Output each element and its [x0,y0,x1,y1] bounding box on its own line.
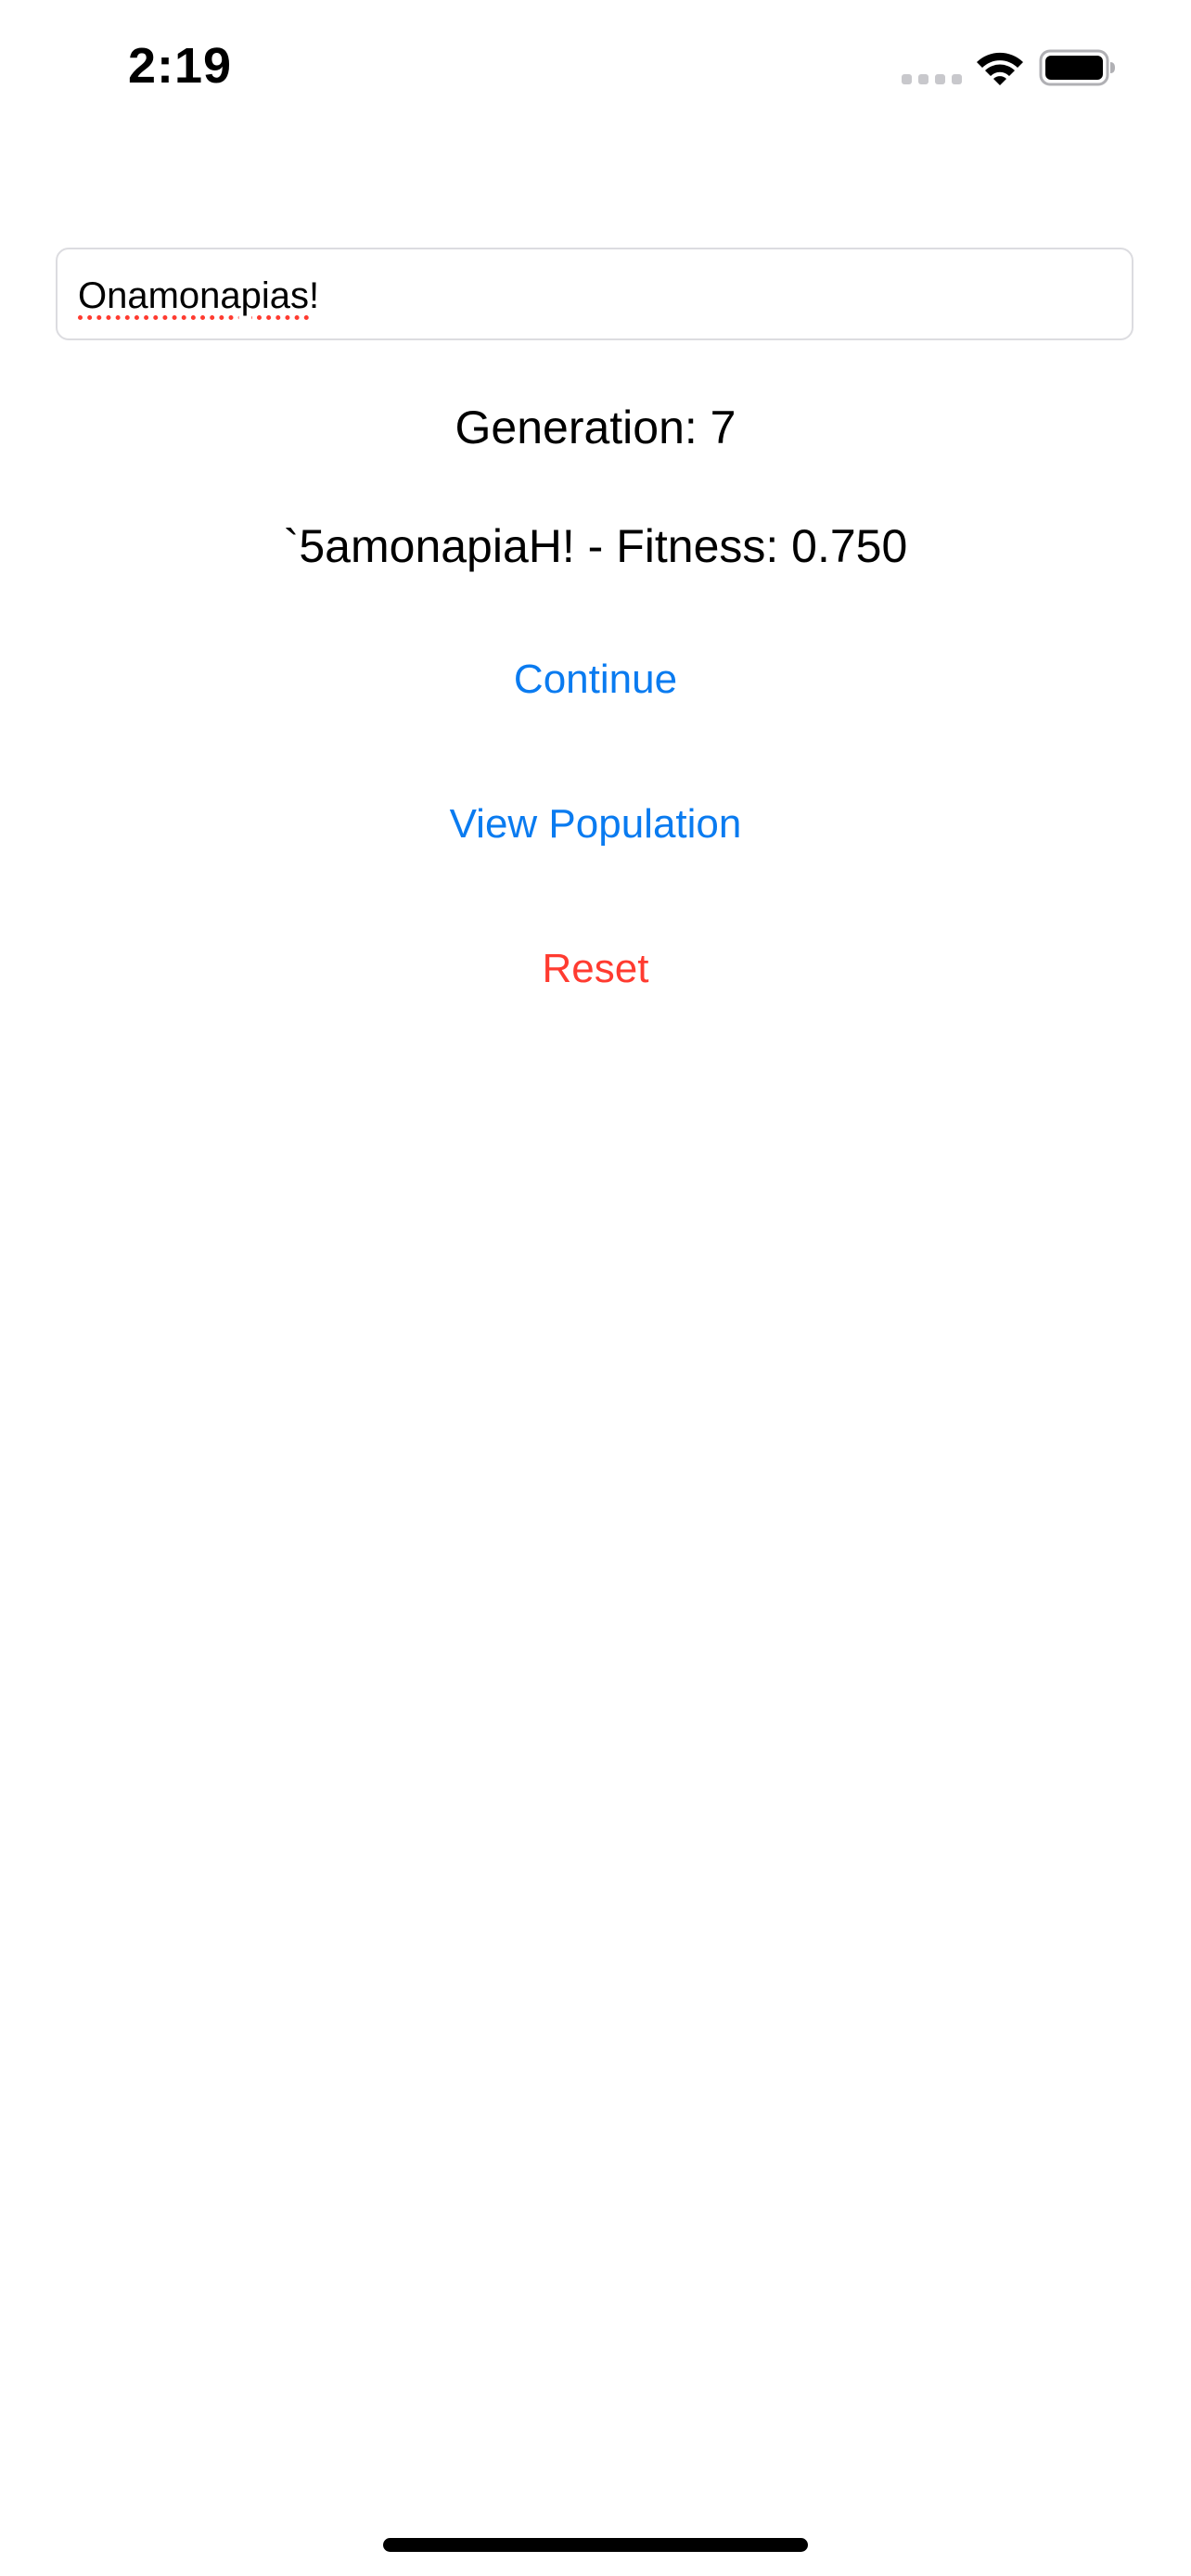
battery-icon [1039,49,1115,86]
target-phrase-field[interactable]: Onamonapias! [56,248,1133,340]
target-phrase-value: Onamonapias! [78,274,319,318]
generation-label: Generation: 7 [455,402,736,453]
best-candidate-label: `5amonapiaH! - Fitness: 0.750 [283,520,908,572]
status-bar: 2:19 [0,0,1191,139]
home-indicator[interactable] [383,2538,808,2552]
view-population-button[interactable]: View Population [317,783,874,866]
continue-button[interactable]: Continue [317,638,874,721]
reset-button[interactable]: Reset [317,927,874,1011]
cellular-signal-icon [902,74,962,84]
wifi-icon [977,52,1023,85]
spellcheck-flagged-word: Onamonapias [78,275,310,316]
target-phrase-trailing-text: ! [309,275,320,316]
status-time: 2:19 [128,38,233,94]
